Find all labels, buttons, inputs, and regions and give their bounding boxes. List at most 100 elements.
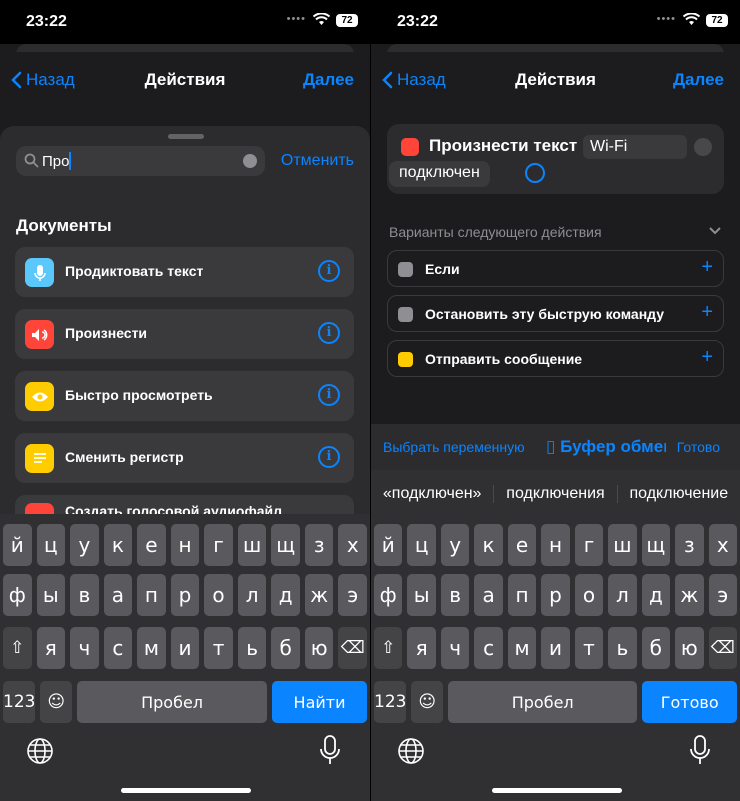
- suggestions-header[interactable]: Варианты следующего действия: [389, 224, 722, 240]
- numbers-key[interactable]: 123: [374, 681, 407, 723]
- info-icon[interactable]: i: [318, 446, 340, 468]
- cancel-button[interactable]: Отменить: [281, 152, 354, 170]
- search-key[interactable]: Найти: [272, 681, 367, 723]
- prediction-item[interactable]: подключения: [494, 485, 618, 503]
- done-key[interactable]: Готово: [642, 681, 738, 723]
- key[interactable]: ы: [36, 574, 66, 616]
- key[interactable]: з: [304, 524, 334, 566]
- info-icon[interactable]: i: [318, 384, 340, 406]
- key[interactable]: н: [170, 524, 200, 566]
- shift-key-icon[interactable]: ⇧: [374, 627, 403, 669]
- prediction-item[interactable]: «подключен»: [371, 485, 495, 503]
- key[interactable]: х: [708, 524, 737, 566]
- prediction-item[interactable]: подключение: [618, 485, 740, 503]
- delete-key-icon[interactable]: ⌫: [708, 627, 737, 669]
- key[interactable]: е: [137, 524, 166, 566]
- speak-text-action-card[interactable]: Произнести текст Wi-Fi подключен: [387, 124, 724, 194]
- key[interactable]: й: [374, 524, 403, 566]
- key[interactable]: о: [204, 574, 233, 616]
- info-icon[interactable]: i: [318, 322, 340, 344]
- clipboard-button[interactable]: ▯ Буфер обмена: [546, 437, 666, 457]
- next-button[interactable]: Далее: [673, 70, 724, 90]
- suggestion-if[interactable]: Если +: [387, 250, 724, 287]
- action-item-quicklook[interactable]: Быстро просмотреть i: [15, 371, 354, 421]
- key[interactable]: а: [474, 574, 503, 616]
- key[interactable]: и: [541, 627, 570, 669]
- info-icon[interactable]: i: [318, 260, 340, 282]
- back-button[interactable]: Назад: [10, 70, 75, 90]
- key[interactable]: у: [70, 524, 99, 566]
- numbers-key[interactable]: 123: [3, 681, 36, 723]
- sheet-grabber[interactable]: [168, 134, 204, 139]
- key[interactable]: б: [271, 627, 300, 669]
- key[interactable]: х: [338, 524, 368, 566]
- key[interactable]: ц: [407, 524, 436, 566]
- key[interactable]: н: [541, 524, 570, 566]
- key[interactable]: а: [103, 574, 133, 616]
- home-indicator[interactable]: [492, 788, 622, 793]
- key[interactable]: я: [36, 627, 66, 669]
- key[interactable]: т: [574, 627, 604, 669]
- key[interactable]: з: [675, 524, 704, 566]
- emoji-key-icon[interactable]: ☺: [411, 681, 444, 723]
- key[interactable]: с: [474, 627, 503, 669]
- plus-icon[interactable]: +: [701, 256, 713, 279]
- key[interactable]: л: [608, 574, 637, 616]
- key[interactable]: ю: [304, 627, 334, 669]
- done-button[interactable]: Готово: [677, 439, 720, 455]
- key[interactable]: г: [204, 524, 233, 566]
- suggestion-stop[interactable]: Остановить эту быструю команду +: [387, 295, 724, 332]
- key[interactable]: ж: [304, 574, 334, 616]
- clear-search-icon[interactable]: [243, 154, 257, 168]
- key[interactable]: л: [237, 574, 267, 616]
- home-indicator[interactable]: [121, 788, 251, 793]
- key[interactable]: э: [338, 574, 368, 616]
- action-item-speak[interactable]: Произнести i: [15, 309, 354, 359]
- key[interactable]: о: [574, 574, 604, 616]
- key[interactable]: в: [70, 574, 99, 616]
- search-field[interactable]: [16, 146, 265, 176]
- key[interactable]: п: [507, 574, 537, 616]
- key[interactable]: п: [137, 574, 166, 616]
- key[interactable]: к: [103, 524, 133, 566]
- delete-key-icon[interactable]: ⌫: [338, 627, 368, 669]
- key[interactable]: и: [170, 627, 200, 669]
- clear-token-icon[interactable]: [694, 138, 712, 156]
- text-token[interactable]: Wi-Fi: [583, 135, 687, 159]
- key[interactable]: ц: [36, 524, 66, 566]
- microphone-icon[interactable]: [690, 735, 710, 765]
- action-item-dictate[interactable]: Продиктовать текст i: [15, 247, 354, 297]
- chevron-right-icon[interactable]: [525, 163, 545, 183]
- key[interactable]: м: [507, 627, 537, 669]
- key[interactable]: к: [474, 524, 503, 566]
- key[interactable]: ш: [608, 524, 637, 566]
- key[interactable]: ф: [3, 574, 32, 616]
- key[interactable]: щ: [641, 524, 671, 566]
- key[interactable]: щ: [271, 524, 300, 566]
- shift-key-icon[interactable]: ⇧: [3, 627, 32, 669]
- key[interactable]: в: [440, 574, 470, 616]
- key[interactable]: м: [137, 627, 166, 669]
- key[interactable]: б: [641, 627, 671, 669]
- key[interactable]: ь: [608, 627, 637, 669]
- next-button[interactable]: Далее: [303, 70, 354, 90]
- key[interactable]: р: [541, 574, 570, 616]
- key[interactable]: е: [507, 524, 537, 566]
- key[interactable]: ш: [237, 524, 267, 566]
- emoji-key-icon[interactable]: ☺: [40, 681, 73, 723]
- plus-icon[interactable]: +: [701, 301, 713, 324]
- key[interactable]: ы: [407, 574, 436, 616]
- key[interactable]: ч: [70, 627, 99, 669]
- key[interactable]: с: [103, 627, 133, 669]
- microphone-icon[interactable]: [320, 735, 340, 765]
- pick-variable-button[interactable]: Выбрать переменную: [383, 439, 525, 455]
- key[interactable]: д: [271, 574, 300, 616]
- key[interactable]: я: [407, 627, 436, 669]
- key[interactable]: ь: [237, 627, 267, 669]
- plus-icon[interactable]: +: [701, 346, 713, 369]
- key[interactable]: д: [641, 574, 671, 616]
- key[interactable]: ч: [440, 627, 470, 669]
- text-token-continued[interactable]: подключен: [389, 161, 490, 187]
- key[interactable]: г: [574, 524, 604, 566]
- key[interactable]: э: [708, 574, 737, 616]
